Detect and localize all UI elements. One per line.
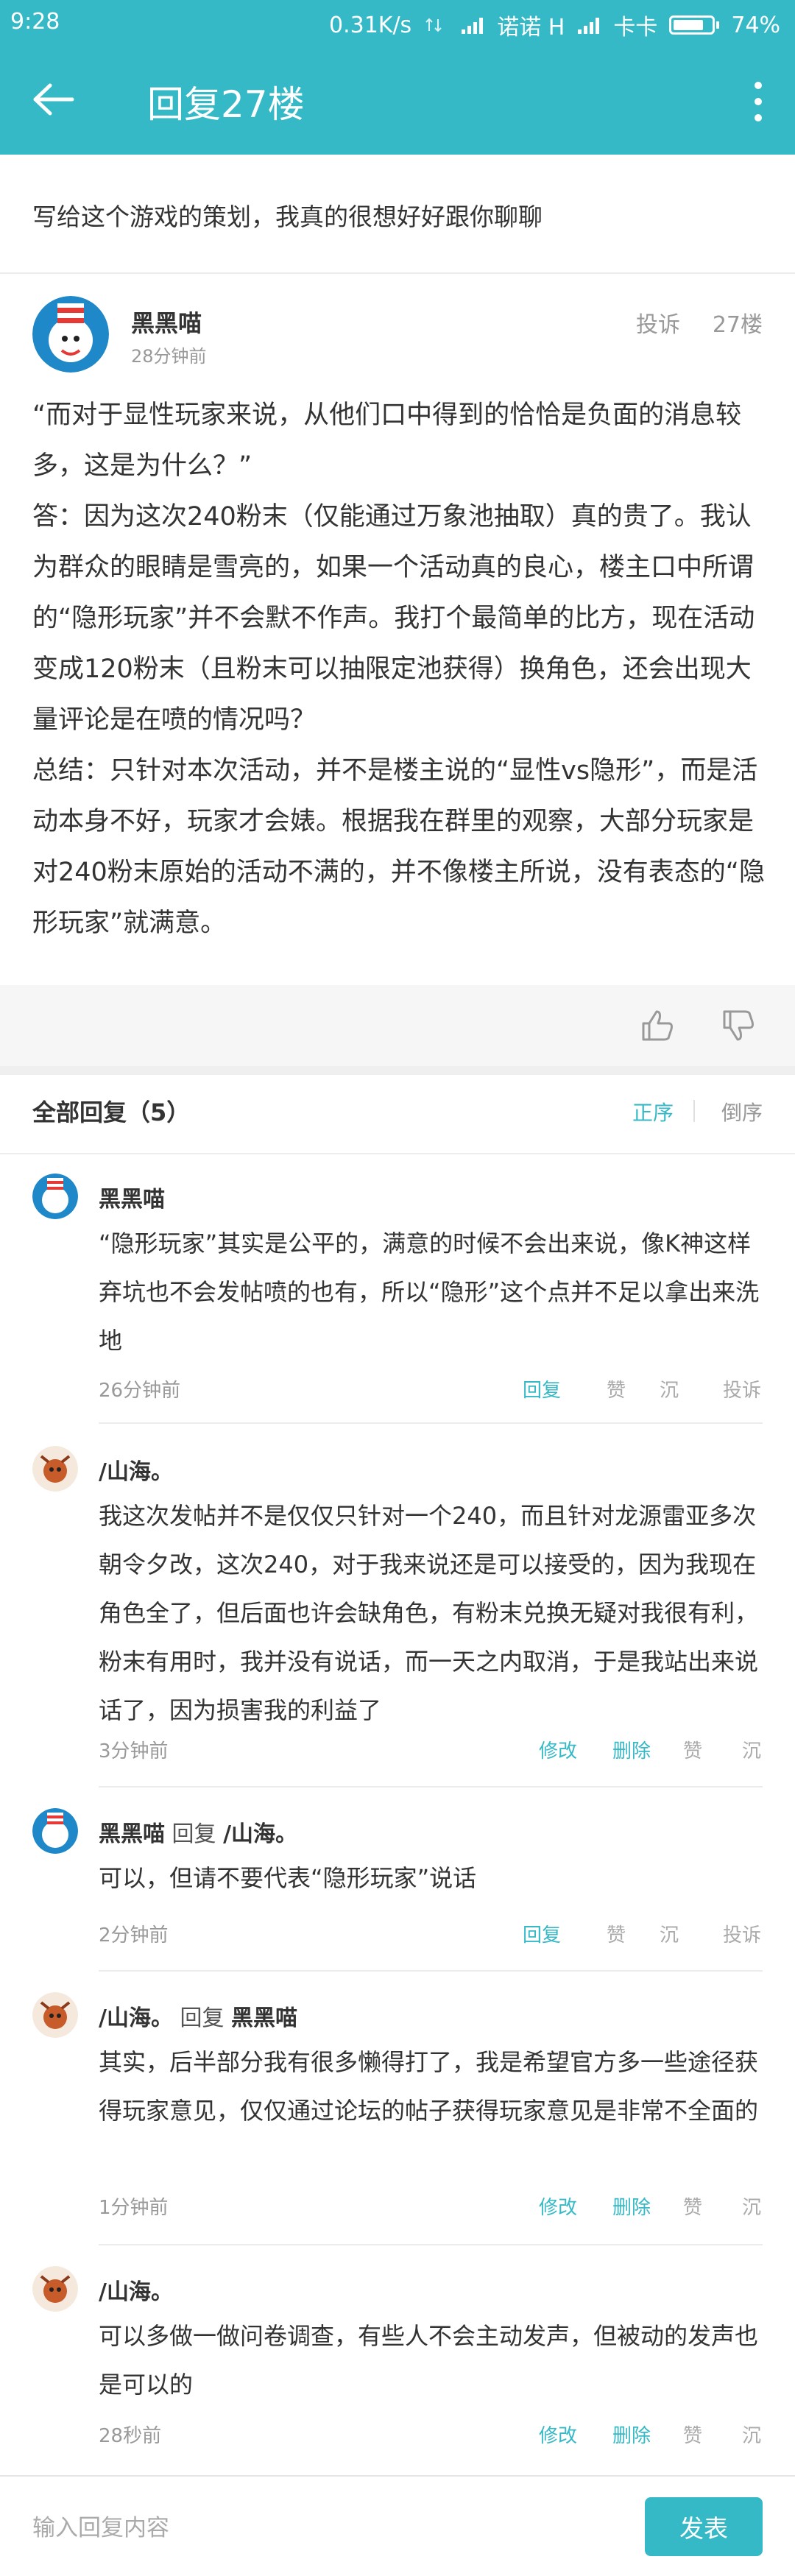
top-bar: 9:28 0.31K/s 诺诺 H 卡卡 74% 回复27楼 bbox=[0, 0, 795, 155]
reply-button[interactable]: 回复 bbox=[517, 1375, 561, 1402]
delete-button[interactable]: 删除 bbox=[577, 2192, 651, 2220]
reply-author[interactable]: /山海。 回复 黑黑喵 bbox=[99, 2000, 297, 2032]
reply-body: 其实，后半部分我有很多懒得打了，我是希望官方多一些途径获得玩家意见，仅仅通过论坛… bbox=[99, 2048, 759, 2125]
sink-button[interactable]: 沉 bbox=[702, 2192, 761, 2220]
post-author-name[interactable]: 黑黑喵 bbox=[131, 305, 202, 339]
sort-divider bbox=[693, 1100, 695, 1122]
page-title: 回复27楼 bbox=[147, 83, 305, 126]
report-button[interactable]: 投诉 bbox=[636, 306, 680, 339]
divider bbox=[99, 1422, 763, 1424]
data-arrows-icon bbox=[425, 18, 442, 32]
post-paragraph: “而对于显性玩家来说，从他们口中得到的恰恰是负面的消息较多，这是为什么？” bbox=[32, 400, 742, 481]
sink-button[interactable]: 沉 bbox=[702, 2421, 761, 2448]
post-action-band bbox=[0, 985, 795, 1066]
sink-button[interactable]: 沉 bbox=[626, 1375, 679, 1402]
network-speed: 0.31K/s bbox=[328, 12, 412, 38]
reply-author[interactable]: 黑黑喵 bbox=[99, 1181, 165, 1213]
status-bar: 9:28 0.31K/s 诺诺 H 卡卡 74% bbox=[0, 0, 795, 47]
reply-avatar[interactable] bbox=[32, 2266, 78, 2312]
post-paragraph: 总结：只针对本次活动，并不是楼主说的“显性vs隐形”，而是活动本身不好，玩家才会… bbox=[32, 756, 765, 938]
carrier-2: 卡卡 bbox=[613, 15, 658, 40]
delete-button[interactable]: 删除 bbox=[577, 1736, 651, 1763]
status-right: 0.31K/s 诺诺 H 卡卡 74% bbox=[329, 9, 780, 41]
delete-button[interactable]: 删除 bbox=[577, 2421, 651, 2448]
reply-input-bar: 输入回复内容 发表 bbox=[0, 2475, 795, 2576]
battery-percent: 74% bbox=[731, 12, 780, 38]
send-button[interactable]: 发表 bbox=[645, 2497, 763, 2556]
divider bbox=[99, 1786, 763, 1788]
divider bbox=[0, 1153, 795, 1154]
reply-body: “隐形玩家”其实是公平的，满意的时候不会出来说，像K神这样弃坑也不会发帖喷的也有… bbox=[99, 1229, 760, 1355]
sort-ascending-button[interactable]: 正序 bbox=[632, 1097, 674, 1126]
report-button[interactable]: 投诉 bbox=[679, 1920, 761, 1947]
post-author-avatar[interactable] bbox=[32, 296, 109, 373]
like-button[interactable]: 赞 bbox=[651, 2192, 702, 2220]
reply-body: 可以多做一做问卷调查，有些人不会主动发声，但被动的发声也是可以的 bbox=[99, 2322, 759, 2399]
sort-descending-button[interactable]: 倒序 bbox=[721, 1097, 763, 1126]
thread-title[interactable]: 写给这个游戏的策划，我真的很想好好跟你聊聊 bbox=[32, 197, 543, 233]
post-body: “而对于显性玩家来说，从他们口中得到的恰恰是负面的消息较多，这是为什么？” 答：… bbox=[32, 390, 768, 949]
replies-count-label: 全部回复（5） bbox=[32, 1098, 191, 1126]
reply-footer: 26分钟前 回复 赞 沉 投诉 bbox=[99, 1375, 761, 1405]
reply-avatar[interactable] bbox=[32, 1808, 78, 1854]
sink-button[interactable]: 沉 bbox=[702, 1736, 761, 1763]
reply-button[interactable]: 回复 bbox=[517, 1920, 561, 1947]
like-button[interactable]: 赞 bbox=[651, 2421, 702, 2448]
reply-author[interactable]: 黑黑喵 回复 /山海。 bbox=[99, 1815, 297, 1848]
reply-author[interactable]: /山海。 bbox=[99, 2273, 173, 2306]
report-button[interactable]: 投诉 bbox=[679, 1375, 761, 1402]
back-arrow-icon[interactable] bbox=[32, 81, 77, 118]
like-button[interactable]: 赞 bbox=[651, 1736, 702, 1763]
post-time: 28分钟前 bbox=[131, 346, 207, 367]
reply-avatar[interactable] bbox=[32, 1446, 78, 1492]
reply-time: 1分钟前 bbox=[99, 2197, 169, 2219]
edit-button[interactable]: 修改 bbox=[533, 1736, 577, 1763]
reply-avatar[interactable] bbox=[32, 1174, 78, 1219]
reply-time: 3分钟前 bbox=[99, 1740, 169, 1762]
sink-button[interactable]: 沉 bbox=[626, 1920, 679, 1947]
reply-footer: 2分钟前 回复 赞 沉 投诉 bbox=[99, 1920, 761, 1949]
reply-body: 可以，但请不要代表“隐形玩家”说话 bbox=[99, 1864, 477, 1892]
reply-time: 26分钟前 bbox=[99, 1380, 181, 1402]
floor-label: 27楼 bbox=[712, 312, 763, 338]
reply-avatar[interactable] bbox=[32, 1992, 78, 2038]
like-button[interactable]: 赞 bbox=[561, 1375, 626, 1402]
battery-icon bbox=[669, 15, 720, 35]
status-time: 9:28 bbox=[10, 9, 60, 35]
edit-button[interactable]: 修改 bbox=[533, 2421, 577, 2448]
edit-button[interactable]: 修改 bbox=[533, 2192, 577, 2220]
reply-footer: 28秒前 修改 删除 赞 沉 bbox=[99, 2421, 761, 2450]
divider bbox=[99, 2244, 763, 2245]
reply-footer: 3分钟前 修改 删除 赞 沉 bbox=[99, 1736, 761, 1765]
thumbs-down-icon[interactable] bbox=[720, 1007, 757, 1044]
carrier-1: 诺诺 H bbox=[497, 15, 565, 40]
thumbs-up-icon[interactable] bbox=[639, 1007, 676, 1044]
reply-time: 2分钟前 bbox=[99, 1924, 169, 1947]
section-separator bbox=[0, 1066, 795, 1075]
more-vert-icon[interactable] bbox=[751, 80, 766, 124]
like-button[interactable]: 赞 bbox=[561, 1920, 626, 1947]
reply-author[interactable]: /山海。 bbox=[99, 1453, 173, 1486]
signal-icon-2 bbox=[578, 18, 600, 34]
reply-footer: 1分钟前 修改 删除 赞 沉 bbox=[99, 2192, 761, 2222]
divider bbox=[99, 1970, 763, 1972]
reply-body: 我这次发帖并不是仅仅只针对一个240，而且针对龙源雷亚多次朝令夕改，这次240，… bbox=[99, 1502, 759, 1724]
signal-icon bbox=[462, 18, 484, 34]
app-bar: 回复27楼 bbox=[0, 47, 795, 155]
post-paragraph: 答：因为这次240粉末（仅能通过万象池抽取）真的贵了。我认为群众的眼睛是雪亮的，… bbox=[32, 502, 755, 735]
divider bbox=[0, 272, 795, 274]
reply-input[interactable]: 输入回复内容 bbox=[32, 2509, 169, 2542]
reply-time: 28秒前 bbox=[99, 2425, 162, 2447]
